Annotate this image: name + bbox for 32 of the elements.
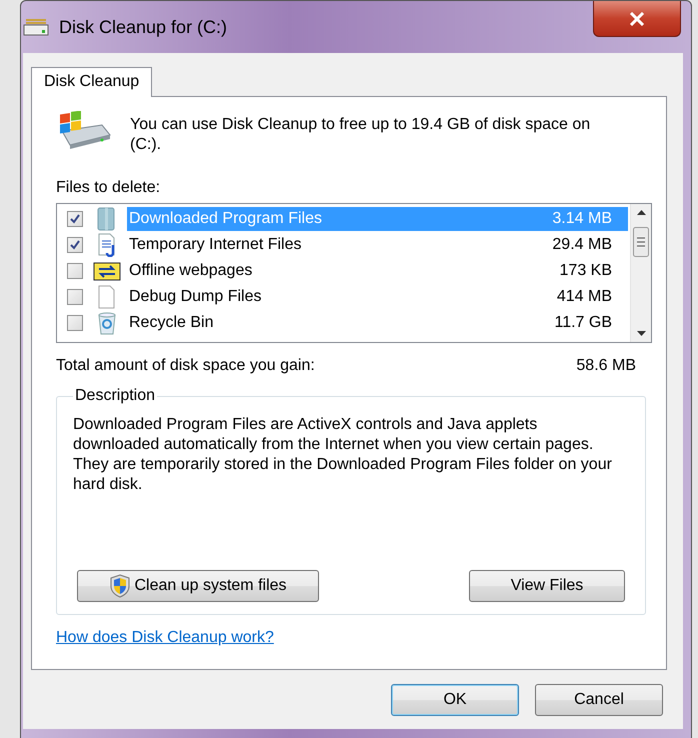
checkbox[interactable] <box>67 237 83 253</box>
help-link[interactable]: How does Disk Cleanup work? <box>56 629 274 647</box>
file-list-item[interactable]: Debug Dump Files 414 MB <box>127 285 628 309</box>
checkbox[interactable] <box>67 315 83 331</box>
description-text: Downloaded Program Files are ActiveX controls and Java applets downloaded automatically from the Internet when you view certain pages. They are temporarily stored in the Downloaded Program Files folder on your hard disk. <box>73 415 613 495</box>
cancel-button[interactable]: Cancel <box>535 684 663 716</box>
ok-button[interactable]: OK <box>391 684 519 716</box>
sync-folder-icon <box>93 260 121 282</box>
close-icon <box>629 12 645 26</box>
file-list-item[interactable]: Temporary Internet Files 29.4 MB <box>127 233 628 257</box>
checkbox[interactable] <box>67 289 83 305</box>
tab[interactable]: Disk Cleanup <box>31 67 152 97</box>
group-label: Description <box>74 387 156 405</box>
window-title: Disk Cleanup for (C:) <box>59 16 228 38</box>
scroll-bar[interactable] <box>630 204 651 342</box>
disk-drive-icon <box>23 17 49 37</box>
shield-icon <box>109 574 132 598</box>
checkbox[interactable] <box>67 263 83 279</box>
files-to-delete-label: Files to delete: <box>56 179 162 197</box>
scroll-thumb[interactable] <box>633 227 649 257</box>
total-label: Total amount of disk space you gain: <box>56 357 315 375</box>
clean-up-system-files-button[interactable]: Clean up system files <box>77 570 319 602</box>
file-list-item[interactable]: Offline webpages 173 KB <box>127 259 628 283</box>
up-arrow-icon[interactable] <box>636 210 646 215</box>
view-files-button[interactable]: View Files <box>469 570 625 602</box>
down-arrow-icon[interactable] <box>636 331 646 336</box>
total-value: 58.6 MB <box>576 357 636 375</box>
checkbox[interactable] <box>67 211 83 227</box>
close-button[interactable] <box>593 1 681 37</box>
recycle-bin-icon <box>96 311 118 335</box>
file-list-item[interactable]: Recycle Bin 11.7 GB <box>127 311 628 335</box>
intro-text: You can use Disk Cleanup to free up to 19.4 GB of disk space on (C:). <box>130 115 592 155</box>
